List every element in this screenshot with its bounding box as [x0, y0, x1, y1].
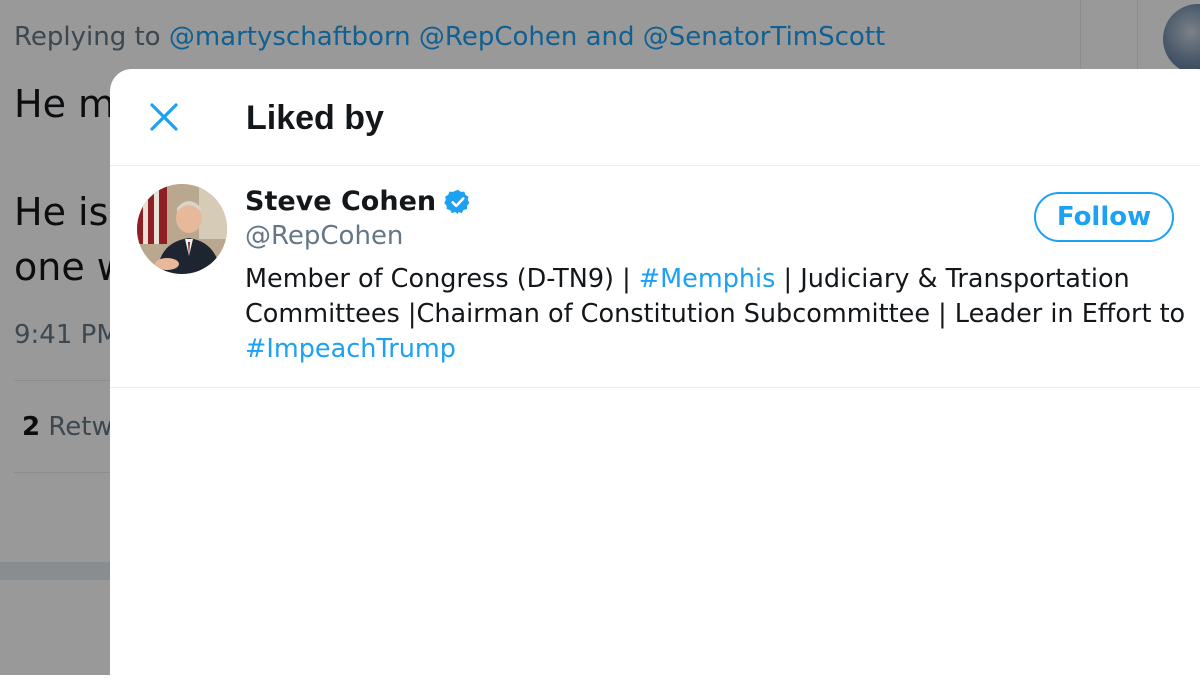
user-list-item[interactable]: Steve Cohen @RepCohen Follow Member of C… — [110, 166, 1200, 388]
modal-header: Liked by — [110, 69, 1200, 166]
modal-title: Liked by — [246, 99, 384, 137]
hashtag-link[interactable]: #ImpeachTrump — [245, 334, 456, 364]
user-bio: Member of Congress (D-TN9) | #Memphis | … — [245, 262, 1200, 367]
avatar[interactable] — [137, 184, 227, 274]
avatar-photo — [137, 184, 227, 274]
hashtag-link[interactable]: #Memphis — [639, 264, 776, 294]
liked-by-modal: Liked by Steve Cohen @RepCohen Follow Me… — [110, 69, 1200, 689]
bio-text: Member of Congress (D-TN9) | — [245, 264, 639, 294]
verified-badge-icon — [444, 188, 472, 216]
user-name[interactable]: Steve Cohen — [245, 186, 472, 217]
follow-button[interactable]: Follow — [1034, 192, 1174, 242]
close-icon — [150, 103, 178, 131]
user-name-text: Steve Cohen — [245, 186, 437, 217]
user-handle[interactable]: @RepCohen — [245, 221, 403, 251]
close-button[interactable] — [144, 97, 184, 137]
